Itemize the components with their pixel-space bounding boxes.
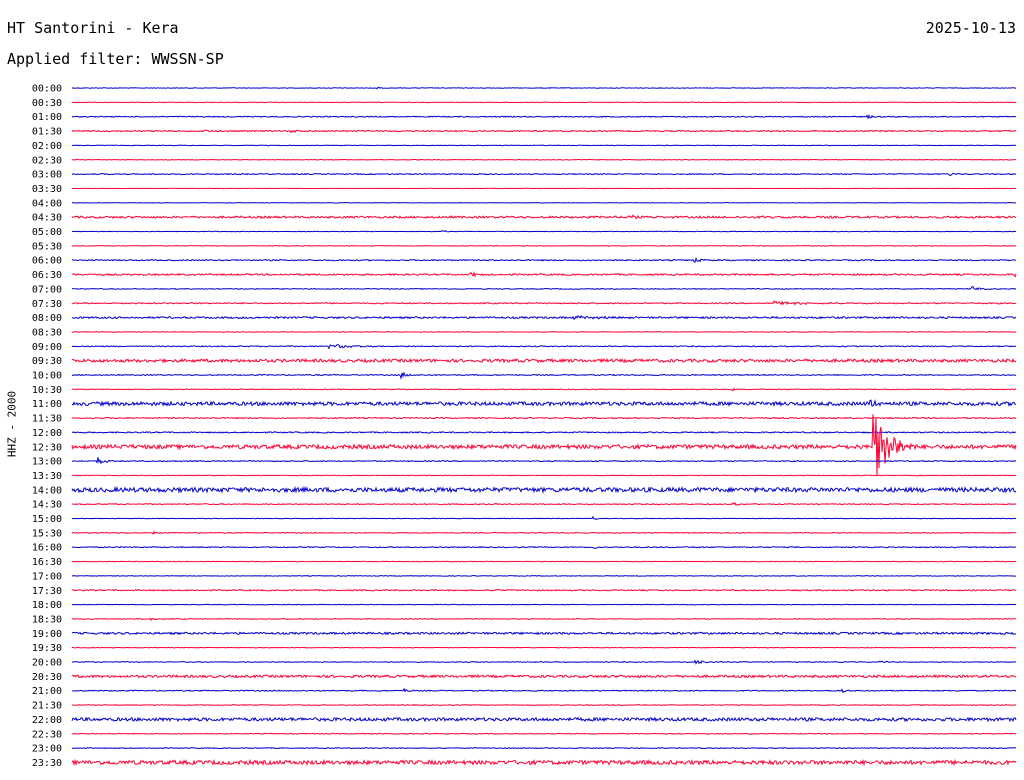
trace-row-0030 [71, 101, 1017, 104]
trace-row-1030 [71, 387, 1017, 392]
trace-row-2100 [71, 687, 1017, 694]
trace-row-2200 [71, 716, 1017, 723]
tick-label-1930: 19:30 [32, 643, 62, 654]
trace-row-2230 [71, 732, 1017, 735]
trace-row-1600 [71, 546, 1017, 549]
trace-row-2300 [71, 747, 1017, 750]
tick-label-0800: 08:00 [32, 313, 62, 324]
tick-label-1600: 16:00 [32, 543, 62, 554]
tick-label-0230: 02:30 [32, 155, 62, 166]
tick-label-1530: 15:30 [32, 528, 62, 539]
tick-label-1200: 12:00 [32, 428, 62, 439]
trace-row-2330 [71, 758, 1017, 767]
tick-label-0300: 03:00 [32, 170, 62, 181]
trace-row-1300 [71, 457, 1017, 465]
trace-row-1230 [71, 414, 1017, 476]
trace-row-0200 [71, 144, 1017, 147]
seismogram-traces [71, 86, 1017, 767]
trace-row-1200 [71, 431, 1017, 434]
tick-label-1800: 18:00 [32, 600, 62, 611]
trace-row-0700 [71, 286, 1017, 291]
trace-row-1530 [71, 530, 1017, 535]
trace-row-0300 [71, 172, 1017, 177]
trace-row-0600 [71, 256, 1017, 263]
trace-row-0800 [71, 314, 1017, 320]
tick-label-1300: 13:00 [32, 457, 62, 468]
trace-row-0130 [71, 129, 1017, 134]
trace-row-0730 [71, 300, 1017, 306]
tick-label-2200: 22:00 [32, 715, 62, 726]
tick-label-0730: 07:30 [32, 299, 62, 310]
tick-label-0100: 01:00 [32, 112, 62, 123]
tick-label-1100: 11:00 [32, 399, 62, 410]
tick-label-1630: 16:30 [32, 557, 62, 568]
trace-row-0530 [71, 244, 1017, 247]
tick-label-0600: 06:00 [32, 256, 62, 267]
trace-row-1330 [71, 474, 1017, 477]
tick-label-0430: 04:30 [32, 213, 62, 224]
tick-label-0530: 05:30 [32, 241, 62, 252]
trace-row-1900 [71, 631, 1017, 636]
tick-label-2230: 22:30 [32, 729, 62, 740]
tick-label-0630: 06:30 [32, 270, 62, 281]
tick-label-1730: 17:30 [32, 586, 62, 597]
trace-row-1630 [71, 560, 1017, 563]
trace-row-2130 [71, 704, 1017, 707]
trace-row-1000 [71, 371, 1017, 380]
trace-row-2000 [71, 659, 1017, 665]
trace-row-1930 [71, 646, 1017, 649]
trace-row-0930 [71, 357, 1017, 364]
tick-label-1830: 18:30 [32, 614, 62, 625]
tick-label-0330: 03:30 [32, 184, 62, 195]
tick-label-2100: 21:00 [32, 686, 62, 697]
tick-label-1500: 15:00 [32, 514, 62, 525]
tick-label-1400: 14:00 [32, 485, 62, 496]
tick-label-0200: 02:00 [32, 141, 62, 152]
trace-row-1430 [71, 501, 1017, 506]
tick-label-2300: 23:00 [32, 744, 62, 755]
tick-label-1700: 17:00 [32, 571, 62, 582]
tick-label-1330: 13:30 [32, 471, 62, 482]
trace-row-0430 [71, 214, 1017, 220]
trace-row-0100 [71, 114, 1017, 120]
tick-label-0130: 01:30 [32, 127, 62, 138]
trace-row-0630 [71, 271, 1017, 278]
seismogram-plot: 00:00 00:30 01:00 01:30 02:00 02:30 03:00 03:30… [32, 84, 1017, 769]
tick-label-1230: 12:30 [32, 442, 62, 453]
trace-row-1400 [71, 485, 1017, 494]
tick-label-0400: 04:00 [32, 198, 62, 209]
tick-label-1000: 10:00 [32, 371, 62, 382]
trace-row-1100 [71, 398, 1017, 408]
trace-row-0830 [71, 331, 1017, 333]
trace-row-0230 [71, 158, 1017, 161]
trace-row-0500 [71, 230, 1017, 233]
tick-label-0000: 00:00 [32, 84, 62, 95]
trace-row-1700 [71, 575, 1017, 577]
tick-label-0930: 09:30 [32, 356, 62, 367]
trace-row-1800 [71, 603, 1017, 606]
trace-row-1730 [71, 588, 1017, 592]
trace-row-0000 [71, 86, 1017, 90]
tick-label-0030: 00:30 [32, 98, 62, 109]
tick-label-0700: 07:00 [32, 284, 62, 295]
trace-row-1830 [71, 617, 1017, 622]
tick-label-2000: 20:00 [32, 658, 62, 669]
tick-label-2330: 23:30 [32, 758, 62, 769]
trace-row-1500 [71, 515, 1017, 520]
tick-label-1900: 19:00 [32, 629, 62, 640]
tick-label-0830: 08:30 [32, 327, 62, 338]
tick-label-2030: 20:30 [32, 672, 62, 683]
tick-label-2130: 21:30 [32, 701, 62, 712]
trace-row-0900 [71, 344, 1017, 350]
tick-label-0900: 09:00 [32, 342, 62, 353]
tick-label-1130: 11:30 [32, 414, 62, 425]
trace-row-2030 [71, 674, 1017, 679]
tick-label-0500: 05:00 [32, 227, 62, 238]
tick-label-1430: 14:30 [32, 500, 62, 511]
tick-label-1030: 10:30 [32, 385, 62, 396]
time-tick-labels: 00:00 00:30 01:00 01:30 02:00 02:30 03:00 03:30… [32, 84, 62, 769]
trace-row-1130 [71, 416, 1017, 420]
